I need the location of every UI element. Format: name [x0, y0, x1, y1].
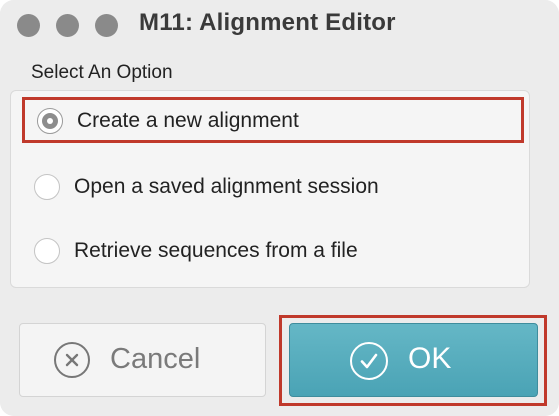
option-label: Retrieve sequences from a file: [74, 239, 358, 262]
option-create-new-alignment[interactable]: Create a new alignment: [22, 97, 524, 143]
window-title: M11: Alignment Editor: [139, 9, 396, 36]
radio-unselected[interactable]: [34, 174, 60, 200]
title-bar: M11: Alignment Editor: [0, 0, 559, 50]
option-label: Create a new alignment: [77, 109, 299, 132]
option-open-saved-session[interactable]: Open a saved alignment session: [22, 164, 524, 210]
close-window-button[interactable]: [17, 14, 40, 37]
cancel-button[interactable]: Cancel: [19, 323, 266, 397]
minimize-window-button[interactable]: [56, 14, 79, 37]
check-icon: [350, 342, 388, 380]
radio-dot-icon: [42, 113, 58, 129]
cancel-label: Cancel: [110, 343, 201, 375]
group-label: Select An Option: [31, 62, 173, 83]
option-retrieve-from-file[interactable]: Retrieve sequences from a file: [22, 228, 524, 274]
dialog-window: M11: Alignment Editor Select An Option C…: [0, 0, 559, 416]
radio-unselected[interactable]: [34, 238, 60, 264]
ok-button[interactable]: OK: [289, 323, 538, 397]
zoom-window-button[interactable]: [95, 14, 118, 37]
cancel-icon: [54, 342, 90, 378]
radio-selected[interactable]: [37, 108, 63, 134]
option-label: Open a saved alignment session: [74, 175, 379, 198]
ok-label: OK: [408, 342, 452, 375]
